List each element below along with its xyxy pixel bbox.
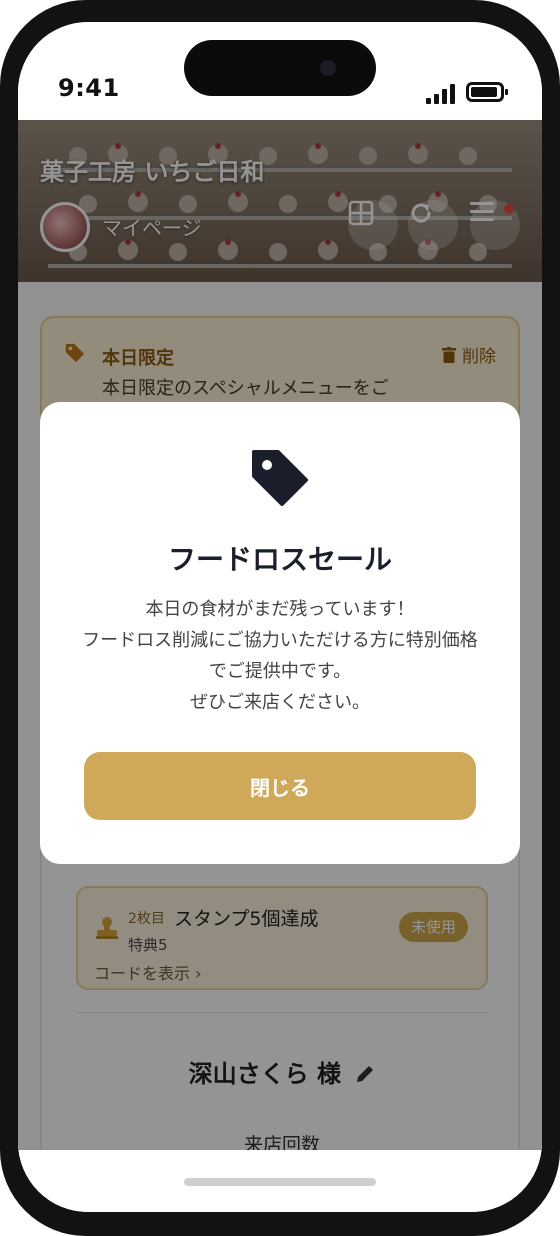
- screen: 9:41 菓子工房 いちご日和 マイページ 本日限定 削除 本日限定のスペシャル…: [18, 22, 542, 1212]
- phone-frame: 9:41 菓子工房 いちご日和 マイページ 本日限定 削除 本日限定のスペシャル…: [0, 0, 560, 1236]
- close-button[interactable]: 閉じる: [84, 752, 476, 820]
- camera-icon: [320, 60, 336, 76]
- home-indicator[interactable]: [184, 1178, 376, 1186]
- app-body: 菓子工房 いちご日和 マイページ 本日限定 削除 本日限定のスペシャルメニューを…: [18, 120, 542, 1150]
- tag-icon: [252, 450, 308, 506]
- signal-icon: [426, 82, 460, 104]
- battery-icon: [466, 82, 508, 102]
- dynamic-island: [184, 40, 376, 96]
- modal-title: フードロスセール: [167, 543, 392, 576]
- modal-body: 本日の食材がまだ残っています！ フードロス削減にご協力いただける方に特別価格でご…: [82, 599, 478, 713]
- status-time: 9:41: [58, 74, 120, 102]
- food-loss-modal: フードロスセール 本日の食材がまだ残っています！ フードロス削減にご協力いただけ…: [40, 402, 520, 864]
- status-bar: 9:41: [18, 22, 542, 120]
- home-area: [18, 1150, 542, 1212]
